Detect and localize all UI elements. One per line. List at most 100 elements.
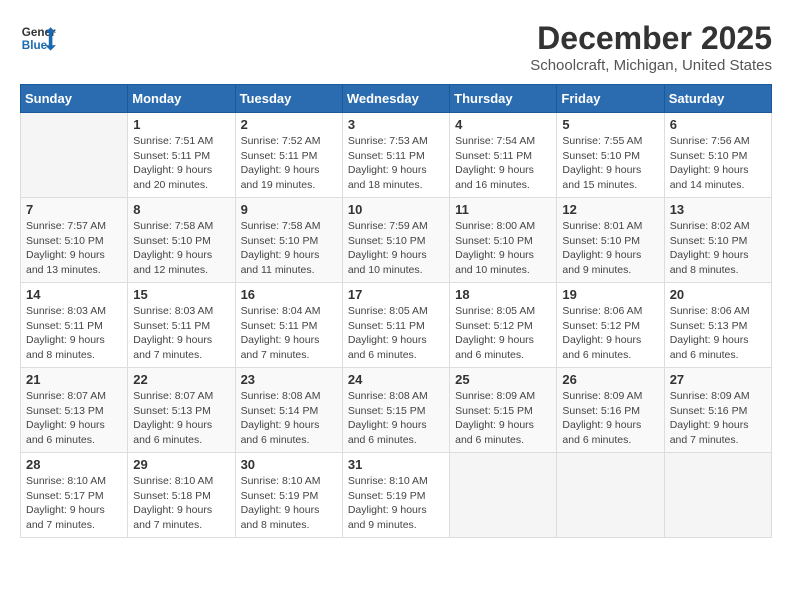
- day-info: Sunrise: 7:53 AM Sunset: 5:11 PM Dayligh…: [348, 134, 444, 193]
- column-header-friday: Friday: [557, 85, 664, 113]
- day-number: 24: [348, 372, 444, 387]
- day-number: 2: [241, 117, 337, 132]
- day-info: Sunrise: 7:56 AM Sunset: 5:10 PM Dayligh…: [670, 134, 766, 193]
- calendar-cell: 14 Sunrise: 8:03 AM Sunset: 5:11 PM Dayli…: [21, 283, 128, 368]
- month-title: December 2025: [530, 20, 772, 57]
- day-info: Sunrise: 8:08 AM Sunset: 5:15 PM Dayligh…: [348, 389, 444, 448]
- calendar-cell: [664, 453, 771, 538]
- day-number: 12: [562, 202, 658, 217]
- day-info: Sunrise: 8:10 AM Sunset: 5:17 PM Dayligh…: [26, 474, 122, 533]
- day-number: 6: [670, 117, 766, 132]
- calendar-cell: 2 Sunrise: 7:52 AM Sunset: 5:11 PM Daylig…: [235, 113, 342, 198]
- day-number: 20: [670, 287, 766, 302]
- location-text: Schoolcraft, Michigan, United States: [530, 57, 772, 74]
- calendar-cell: 26 Sunrise: 8:09 AM Sunset: 5:16 PM Dayli…: [557, 368, 664, 453]
- day-info: Sunrise: 8:08 AM Sunset: 5:14 PM Dayligh…: [241, 389, 337, 448]
- column-header-sunday: Sunday: [21, 85, 128, 113]
- calendar-cell: 15 Sunrise: 8:03 AM Sunset: 5:11 PM Dayli…: [128, 283, 235, 368]
- day-number: 9: [241, 202, 337, 217]
- calendar-cell: 19 Sunrise: 8:06 AM Sunset: 5:12 PM Dayli…: [557, 283, 664, 368]
- logo: General Blue: [20, 20, 56, 56]
- title-block: December 2025 Schoolcraft, Michigan, Uni…: [530, 20, 772, 74]
- calendar-cell: 7 Sunrise: 7:57 AM Sunset: 5:10 PM Daylig…: [21, 198, 128, 283]
- calendar-week-row: 28 Sunrise: 8:10 AM Sunset: 5:17 PM Dayli…: [21, 453, 772, 538]
- day-number: 31: [348, 457, 444, 472]
- column-header-saturday: Saturday: [664, 85, 771, 113]
- day-number: 21: [26, 372, 122, 387]
- day-info: Sunrise: 7:59 AM Sunset: 5:10 PM Dayligh…: [348, 219, 444, 278]
- calendar-cell: 20 Sunrise: 8:06 AM Sunset: 5:13 PM Dayli…: [664, 283, 771, 368]
- calendar-cell: 18Sunrise: 8:05 AM Sunset: 5:12 PM Dayli…: [450, 283, 557, 368]
- day-info: Sunrise: 8:10 AM Sunset: 5:19 PM Dayligh…: [241, 474, 337, 533]
- calendar-cell: 25Sunrise: 8:09 AM Sunset: 5:15 PM Dayli…: [450, 368, 557, 453]
- calendar-cell: 21 Sunrise: 8:07 AM Sunset: 5:13 PM Dayli…: [21, 368, 128, 453]
- column-header-tuesday: Tuesday: [235, 85, 342, 113]
- calendar-header-row: SundayMondayTuesdayWednesdayThursdayFrid…: [21, 85, 772, 113]
- day-number: 14: [26, 287, 122, 302]
- day-info: Sunrise: 8:03 AM Sunset: 5:11 PM Dayligh…: [26, 304, 122, 363]
- day-number: 8: [133, 202, 229, 217]
- calendar-cell: 30 Sunrise: 8:10 AM Sunset: 5:19 PM Dayli…: [235, 453, 342, 538]
- day-info: Sunrise: 7:55 AM Sunset: 5:10 PM Dayligh…: [562, 134, 658, 193]
- svg-text:Blue: Blue: [22, 39, 48, 52]
- calendar-table: SundayMondayTuesdayWednesdayThursdayFrid…: [20, 84, 772, 538]
- day-number: 1: [133, 117, 229, 132]
- calendar-cell: 31Sunrise: 8:10 AM Sunset: 5:19 PM Dayli…: [342, 453, 449, 538]
- day-number: 27: [670, 372, 766, 387]
- day-number: 10: [348, 202, 444, 217]
- day-number: 17: [348, 287, 444, 302]
- column-header-wednesday: Wednesday: [342, 85, 449, 113]
- day-info: Sunrise: 8:00 AM Sunset: 5:10 PM Dayligh…: [455, 219, 551, 278]
- day-number: 7: [26, 202, 122, 217]
- day-info: Sunrise: 8:03 AM Sunset: 5:11 PM Dayligh…: [133, 304, 229, 363]
- day-number: 22: [133, 372, 229, 387]
- calendar-cell: [21, 113, 128, 198]
- calendar-cell: 9Sunrise: 7:58 AM Sunset: 5:10 PM Daylig…: [235, 198, 342, 283]
- day-number: 26: [562, 372, 658, 387]
- day-info: Sunrise: 8:05 AM Sunset: 5:12 PM Dayligh…: [455, 304, 551, 363]
- calendar-cell: 4Sunrise: 7:54 AM Sunset: 5:11 PM Daylig…: [450, 113, 557, 198]
- day-info: Sunrise: 8:09 AM Sunset: 5:16 PM Dayligh…: [562, 389, 658, 448]
- day-number: 15: [133, 287, 229, 302]
- calendar-cell: 1 Sunrise: 7:51 AM Sunset: 5:11 PM Daylig…: [128, 113, 235, 198]
- day-info: Sunrise: 8:07 AM Sunset: 5:13 PM Dayligh…: [133, 389, 229, 448]
- calendar-cell: [450, 453, 557, 538]
- day-number: 30: [241, 457, 337, 472]
- day-number: 19: [562, 287, 658, 302]
- calendar-cell: 27Sunrise: 8:09 AM Sunset: 5:16 PM Dayli…: [664, 368, 771, 453]
- day-number: 28: [26, 457, 122, 472]
- day-info: Sunrise: 8:01 AM Sunset: 5:10 PM Dayligh…: [562, 219, 658, 278]
- day-info: Sunrise: 8:07 AM Sunset: 5:13 PM Dayligh…: [26, 389, 122, 448]
- day-number: 4: [455, 117, 551, 132]
- calendar-cell: 24 Sunrise: 8:08 AM Sunset: 5:15 PM Dayli…: [342, 368, 449, 453]
- calendar-cell: 16 Sunrise: 8:04 AM Sunset: 5:11 PM Dayli…: [235, 283, 342, 368]
- day-info: Sunrise: 7:51 AM Sunset: 5:11 PM Dayligh…: [133, 134, 229, 193]
- day-info: Sunrise: 8:06 AM Sunset: 5:13 PM Dayligh…: [670, 304, 766, 363]
- page-header: General Blue December 2025 Schoolcraft, …: [20, 20, 772, 74]
- calendar-cell: [557, 453, 664, 538]
- day-number: 11: [455, 202, 551, 217]
- day-number: 5: [562, 117, 658, 132]
- day-info: Sunrise: 8:06 AM Sunset: 5:12 PM Dayligh…: [562, 304, 658, 363]
- day-info: Sunrise: 8:04 AM Sunset: 5:11 PM Dayligh…: [241, 304, 337, 363]
- calendar-cell: 29Sunrise: 8:10 AM Sunset: 5:18 PM Dayli…: [128, 453, 235, 538]
- day-number: 25: [455, 372, 551, 387]
- calendar-cell: 3Sunrise: 7:53 AM Sunset: 5:11 PM Daylig…: [342, 113, 449, 198]
- calendar-cell: 22 Sunrise: 8:07 AM Sunset: 5:13 PM Dayli…: [128, 368, 235, 453]
- calendar-week-row: 7 Sunrise: 7:57 AM Sunset: 5:10 PM Daylig…: [21, 198, 772, 283]
- calendar-week-row: 14 Sunrise: 8:03 AM Sunset: 5:11 PM Dayli…: [21, 283, 772, 368]
- calendar-cell: 13Sunrise: 8:02 AM Sunset: 5:10 PM Dayli…: [664, 198, 771, 283]
- logo-icon: General Blue: [20, 20, 56, 56]
- day-info: Sunrise: 7:57 AM Sunset: 5:10 PM Dayligh…: [26, 219, 122, 278]
- calendar-week-row: 21 Sunrise: 8:07 AM Sunset: 5:13 PM Dayli…: [21, 368, 772, 453]
- calendar-cell: 28 Sunrise: 8:10 AM Sunset: 5:17 PM Dayli…: [21, 453, 128, 538]
- calendar-cell: 10 Sunrise: 7:59 AM Sunset: 5:10 PM Dayli…: [342, 198, 449, 283]
- day-number: 13: [670, 202, 766, 217]
- calendar-cell: 23Sunrise: 8:08 AM Sunset: 5:14 PM Dayli…: [235, 368, 342, 453]
- calendar-week-row: 1 Sunrise: 7:51 AM Sunset: 5:11 PM Daylig…: [21, 113, 772, 198]
- calendar-cell: 11 Sunrise: 8:00 AM Sunset: 5:10 PM Dayli…: [450, 198, 557, 283]
- calendar-cell: 6 Sunrise: 7:56 AM Sunset: 5:10 PM Daylig…: [664, 113, 771, 198]
- day-number: 16: [241, 287, 337, 302]
- day-info: Sunrise: 8:10 AM Sunset: 5:18 PM Dayligh…: [133, 474, 229, 533]
- day-info: Sunrise: 7:52 AM Sunset: 5:11 PM Dayligh…: [241, 134, 337, 193]
